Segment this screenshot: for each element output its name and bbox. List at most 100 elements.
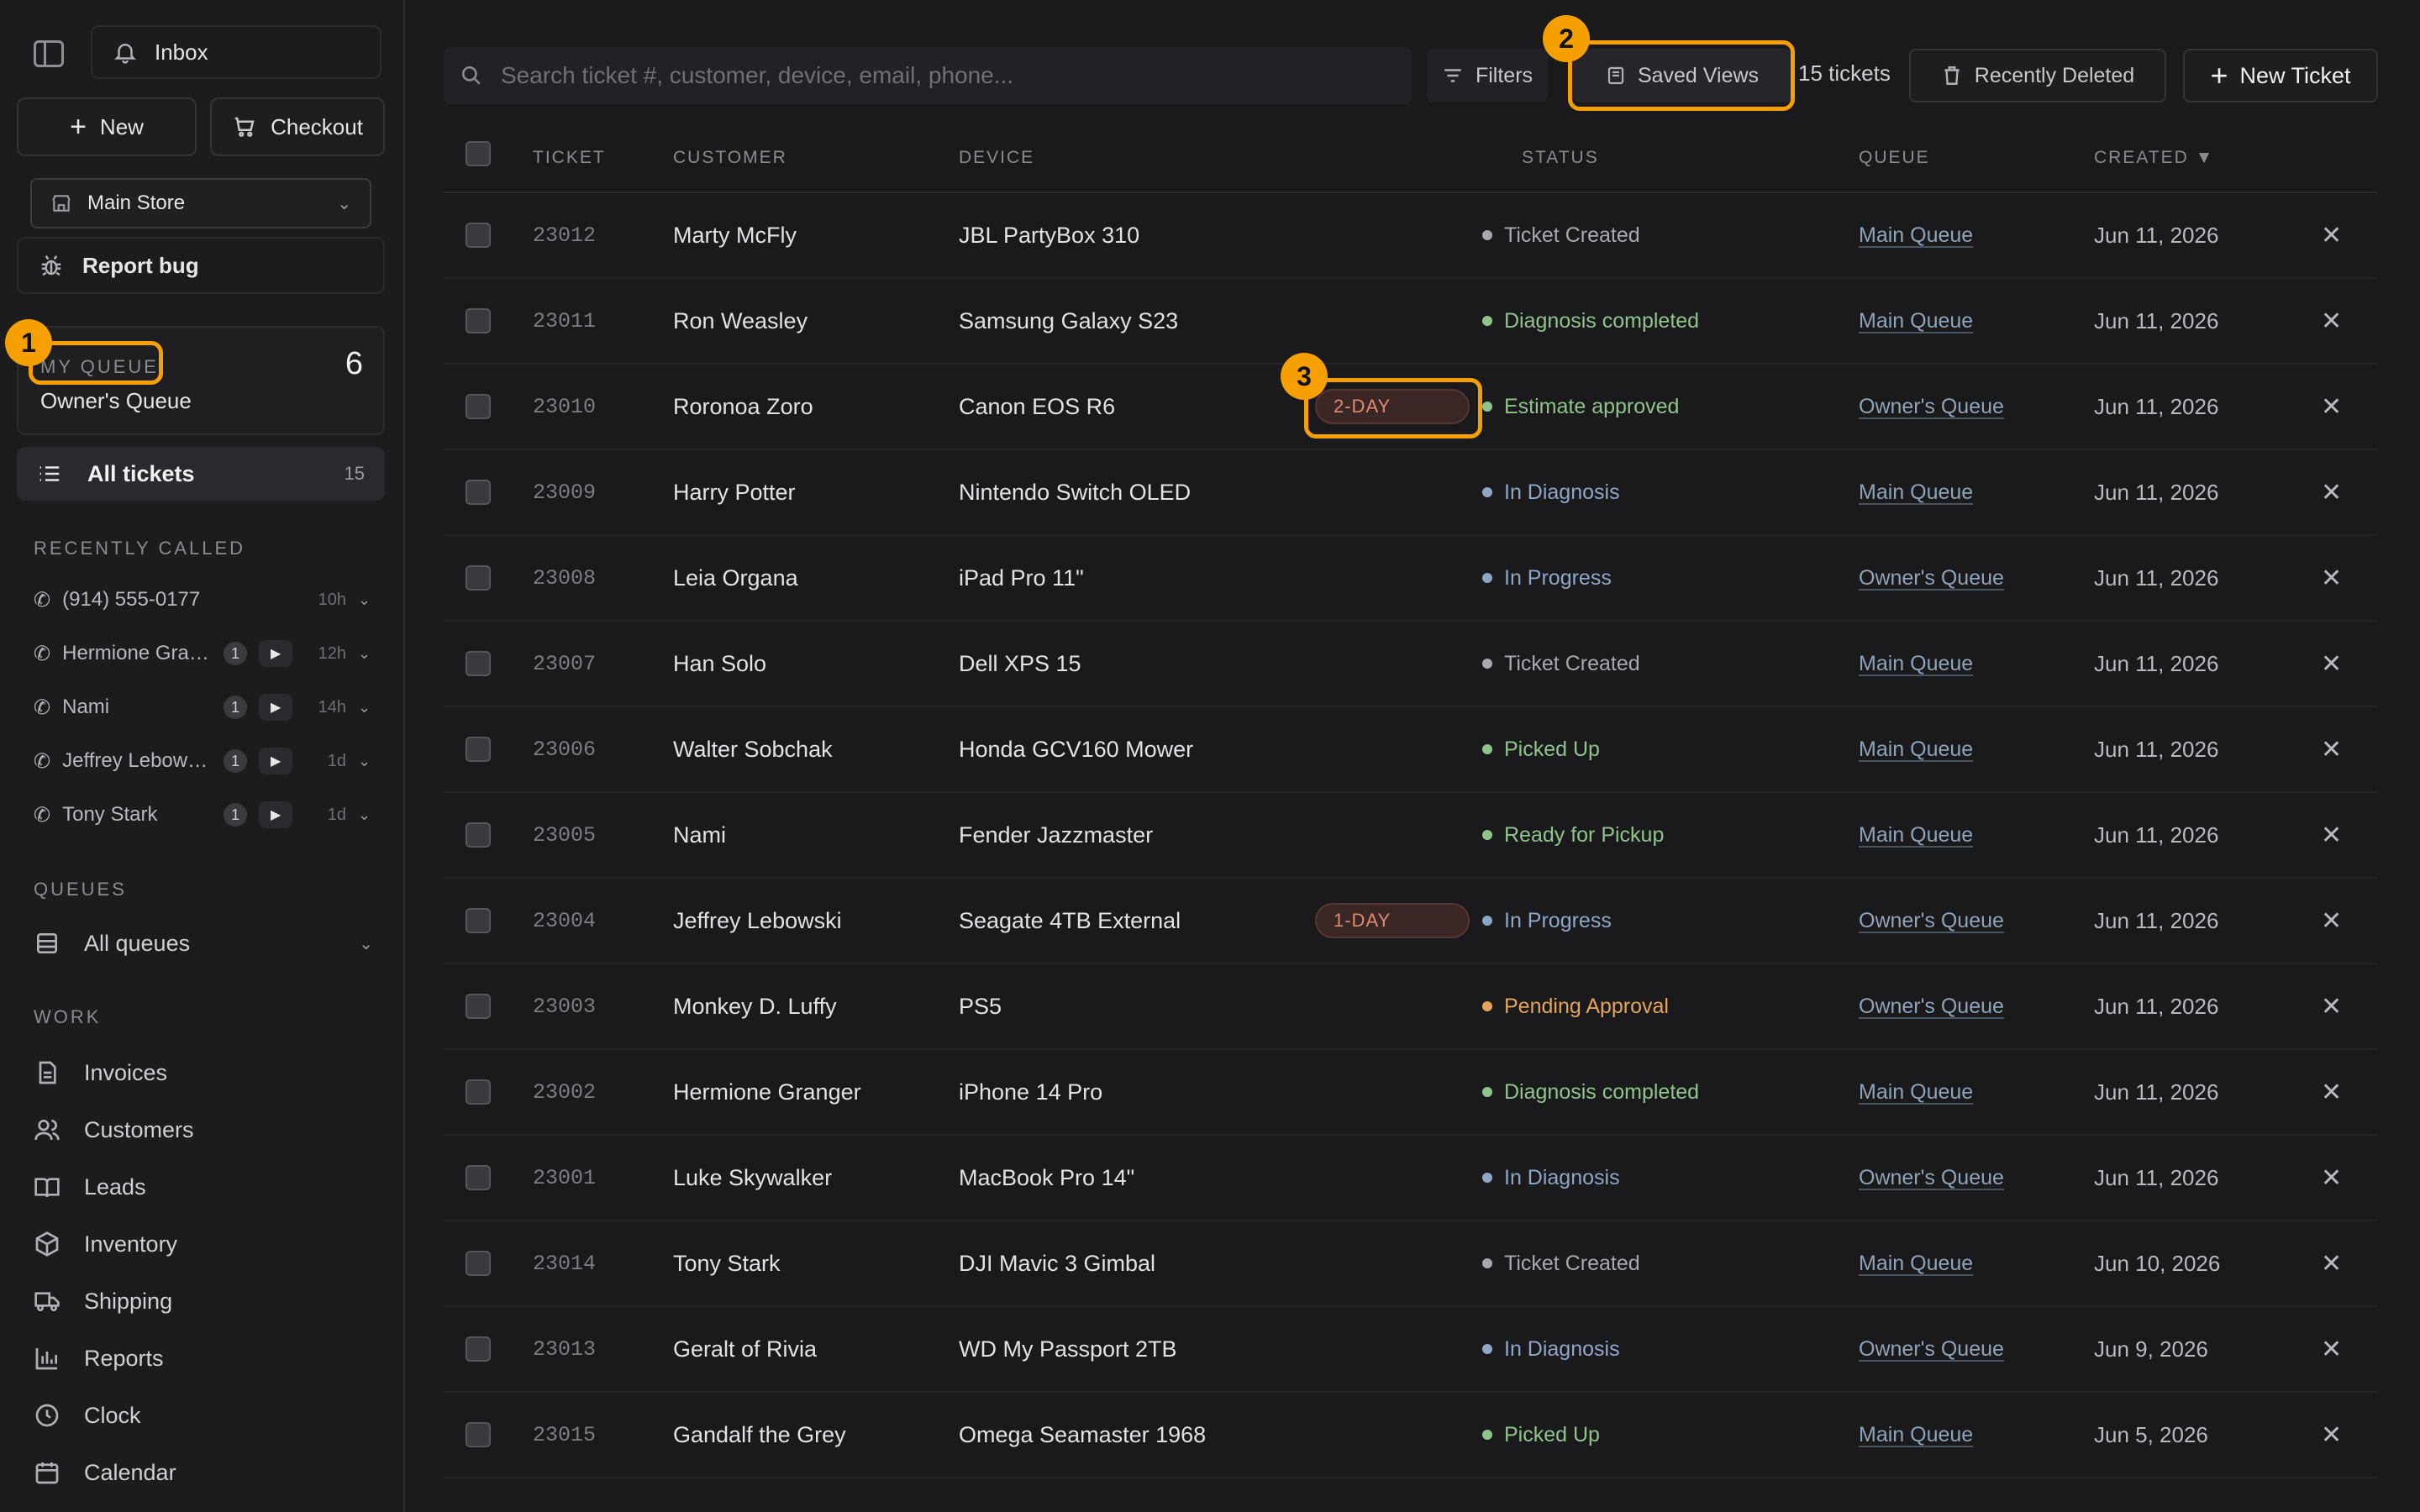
chevron-down-icon[interactable]: ⌄: [358, 645, 373, 663]
table-row[interactable]: 23014 Tony Stark DJI Mavic 3 Gimbal Tick…: [444, 1221, 2378, 1307]
row-checkbox[interactable]: [466, 651, 491, 676]
customer-name[interactable]: Hermione Granger: [673, 1050, 861, 1134]
customer-name[interactable]: Tony Stark: [673, 1221, 781, 1305]
queue-link-cell[interactable]: Main Queue: [1859, 1221, 1973, 1305]
row-checkbox[interactable]: [466, 394, 491, 419]
store-select[interactable]: Main Store ⌄: [30, 178, 371, 228]
status-cell[interactable]: In Progress: [1482, 879, 1612, 963]
close-icon[interactable]: ✕: [2321, 1136, 2342, 1220]
row-checkbox[interactable]: [466, 223, 491, 248]
customer-name[interactable]: Walter Sobchak: [673, 707, 833, 791]
queue-link-cell[interactable]: Main Queue: [1859, 622, 1973, 706]
filters-button[interactable]: Filters: [1427, 49, 1548, 102]
all-tickets-nav[interactable]: All tickets 15: [17, 447, 385, 501]
table-row[interactable]: 23011 Ron Weasley Samsung Galaxy S23 Dia…: [444, 279, 2378, 365]
customer-name[interactable]: Han Solo: [673, 622, 766, 706]
table-row[interactable]: 23004 Jeffrey Lebowski Seagate 4TB Exter…: [444, 879, 2378, 964]
customer-name[interactable]: Roronoa Zoro: [673, 365, 813, 449]
chevron-down-icon[interactable]: ⌄: [358, 591, 373, 609]
row-checkbox[interactable]: [466, 1251, 491, 1276]
column-header-status[interactable]: STATUS: [1522, 148, 1599, 168]
search-input[interactable]: [501, 62, 1383, 89]
customer-name[interactable]: Harry Potter: [673, 450, 796, 534]
status-cell[interactable]: In Progress: [1482, 536, 1612, 620]
close-icon[interactable]: ✕: [2321, 536, 2342, 620]
row-checkbox[interactable]: [466, 1079, 491, 1105]
new-button[interactable]: + New: [17, 97, 197, 156]
recent-call-item[interactable]: ✆ Jeffrey Lebowski 1 ▶ 1d ⌄: [34, 744, 373, 778]
close-icon[interactable]: ✕: [2321, 707, 2342, 791]
column-header-device[interactable]: DEVICE: [959, 148, 1034, 168]
chevron-down-icon[interactable]: ⌄: [358, 699, 373, 717]
close-icon[interactable]: ✕: [2321, 1221, 2342, 1305]
report-bug-button[interactable]: Report bug: [17, 237, 385, 294]
status-cell[interactable]: Diagnosis completed: [1482, 1050, 1699, 1134]
close-icon[interactable]: ✕: [2321, 622, 2342, 706]
column-header-customer[interactable]: CUSTOMER: [673, 148, 787, 168]
close-icon[interactable]: ✕: [2321, 450, 2342, 534]
customer-name[interactable]: Luke Skywalker: [673, 1136, 832, 1220]
sidebar-item-reports[interactable]: Reports: [34, 1337, 373, 1379]
close-icon[interactable]: ✕: [2321, 964, 2342, 1048]
close-icon[interactable]: ✕: [2321, 193, 2342, 277]
status-cell[interactable]: In Diagnosis: [1482, 1136, 1620, 1220]
customer-name[interactable]: Nami: [673, 793, 726, 877]
row-checkbox[interactable]: [466, 737, 491, 762]
select-all-checkbox[interactable]: [466, 141, 491, 166]
row-checkbox[interactable]: [466, 1165, 491, 1190]
status-cell[interactable]: Estimate approved: [1482, 365, 1679, 449]
queue-link-cell[interactable]: Owner's Queue: [1859, 1136, 2004, 1220]
inbox-button[interactable]: Inbox: [91, 25, 381, 79]
row-checkbox[interactable]: [466, 565, 491, 591]
all-queues-nav[interactable]: All queues ⌄: [34, 922, 373, 964]
customer-name[interactable]: Leia Organa: [673, 536, 798, 620]
table-row[interactable]: 23003 Monkey D. Luffy PS5 Pending Approv…: [444, 964, 2378, 1050]
sidebar-item-invoices[interactable]: Invoices: [34, 1052, 373, 1094]
queue-link-cell[interactable]: Owner's Queue: [1859, 365, 2004, 449]
row-checkbox[interactable]: [466, 1336, 491, 1362]
sidebar-item-clock[interactable]: Clock: [34, 1394, 373, 1436]
sidebar-item-shipping[interactable]: Shipping: [34, 1280, 373, 1322]
status-cell[interactable]: Ticket Created: [1482, 193, 1640, 277]
play-icon[interactable]: ▶: [259, 694, 293, 721]
customer-name[interactable]: Geralt of Rivia: [673, 1307, 817, 1391]
status-cell[interactable]: Picked Up: [1482, 707, 1600, 791]
queue-link[interactable]: Main Queue: [1859, 1252, 1973, 1276]
customer-name[interactable]: Monkey D. Luffy: [673, 964, 837, 1048]
sidebar-item-customers[interactable]: Customers: [34, 1109, 373, 1151]
recent-call-item[interactable]: ✆ Hermione Granger 1 ▶ 12h ⌄: [34, 637, 373, 670]
queue-link-cell[interactable]: Owner's Queue: [1859, 1307, 2004, 1391]
queue-link[interactable]: Main Queue: [1859, 309, 1973, 333]
close-icon[interactable]: ✕: [2321, 793, 2342, 877]
queue-link[interactable]: Main Queue: [1859, 223, 1973, 248]
sidebar-item-calendar[interactable]: Calendar: [34, 1452, 373, 1494]
customer-name[interactable]: Ron Weasley: [673, 279, 808, 363]
chevron-down-icon[interactable]: ⌄: [358, 806, 373, 824]
table-row[interactable]: 23001 Luke Skywalker MacBook Pro 14" In …: [444, 1136, 2378, 1221]
queue-link-cell[interactable]: Owner's Queue: [1859, 536, 2004, 620]
queue-link-cell[interactable]: Main Queue: [1859, 279, 1973, 363]
close-icon[interactable]: ✕: [2321, 279, 2342, 363]
play-icon[interactable]: ▶: [259, 801, 293, 828]
status-cell[interactable]: Ready for Pickup: [1482, 793, 1664, 877]
queue-link[interactable]: Owner's Queue: [1859, 1337, 2004, 1362]
table-row[interactable]: 23015 Gandalf the Grey Omega Seamaster 1…: [444, 1393, 2378, 1478]
row-checkbox[interactable]: [466, 480, 491, 505]
customer-name[interactable]: Gandalf the Grey: [673, 1393, 846, 1477]
status-cell[interactable]: In Diagnosis: [1482, 450, 1620, 534]
checkout-button[interactable]: Checkout: [210, 97, 385, 156]
row-checkbox[interactable]: [466, 994, 491, 1019]
table-row[interactable]: 23005 Nami Fender Jazzmaster Ready for P…: [444, 793, 2378, 879]
queue-link[interactable]: Main Queue: [1859, 738, 1973, 762]
table-row[interactable]: 23002 Hermione Granger iPhone 14 Pro Dia…: [444, 1050, 2378, 1136]
table-row[interactable]: 23006 Walter Sobchak Honda GCV160 Mower …: [444, 707, 2378, 793]
queue-link[interactable]: Owner's Queue: [1859, 995, 2004, 1019]
status-cell[interactable]: Ticket Created: [1482, 1221, 1640, 1305]
status-cell[interactable]: In Diagnosis: [1482, 1307, 1620, 1391]
queue-link[interactable]: Main Queue: [1859, 823, 1973, 848]
column-header-ticket[interactable]: TICKET: [533, 148, 606, 168]
queue-link-cell[interactable]: Main Queue: [1859, 707, 1973, 791]
customer-name[interactable]: Jeffrey Lebowski: [673, 879, 842, 963]
new-ticket-button[interactable]: + New Ticket: [2183, 49, 2378, 102]
play-icon[interactable]: ▶: [259, 748, 293, 774]
